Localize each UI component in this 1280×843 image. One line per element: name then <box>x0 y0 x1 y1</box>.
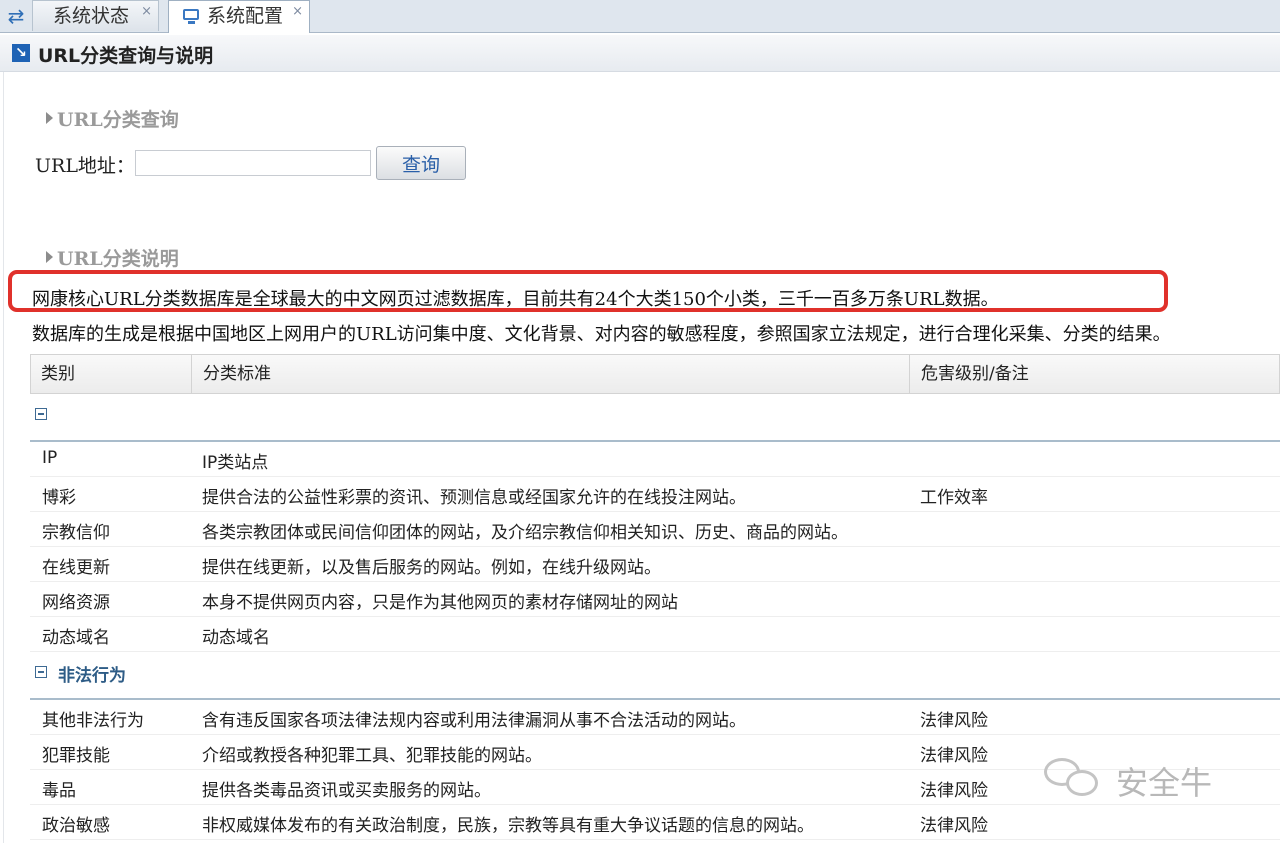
section-title: URL分类说明 <box>57 248 179 270</box>
header-category: 类别 <box>41 364 75 384</box>
query-button[interactable]: 查询 <box>376 146 466 180</box>
group-header[interactable]: 非法行为 <box>30 652 1280 700</box>
section-url-query[interactable]: URL分类查询 <box>46 105 179 132</box>
cell-category: 网络资源 <box>42 593 110 613</box>
url-label: URL地址： <box>35 155 135 177</box>
header-standard: 分类标准 <box>203 364 271 384</box>
close-icon[interactable]: × <box>292 0 303 27</box>
monitor-icon <box>183 9 199 24</box>
highlight-box <box>8 270 1168 312</box>
table-row: 其他非法行为 含有违反国家各项法律法规内容或利用法律漏洞从事不合法活动的网站。 法律… <box>30 700 1280 735</box>
cell-category: 其他非法行为 <box>42 711 144 731</box>
cell-category: 犯罪技能 <box>42 746 110 766</box>
cell-level: 工作效率 <box>920 488 988 508</box>
expand-triangle-icon <box>46 112 53 124</box>
cell-standard: 含有违反国家各项法律法规内容或利用法律漏洞从事不合法活动的网站。 <box>202 711 746 731</box>
cell-standard: IP类站点 <box>202 453 269 473</box>
column-divider <box>909 355 910 393</box>
cell-standard: 提供各类毒品资讯或买卖服务的网站。 <box>202 781 491 801</box>
tab-system-status[interactable]: 系统状态 × <box>32 0 159 31</box>
description-line-2: 数据库的生成是根据中国地区上网用户的URL访问集中度、文化背景、对内容的敏感程度… <box>32 324 1171 345</box>
left-border <box>0 72 4 843</box>
cell-category: 宗教信仰 <box>42 523 110 543</box>
table-row: 在线更新 提供在线更新，以及售后服务的网站。例如，在线升级网站。 <box>30 547 1280 582</box>
table-row: 政治敏感 非权威媒体发布的有关政治制度，民族，宗教等具有重大争议话题的信息的网站。… <box>30 805 1280 840</box>
cell-category: IP <box>42 448 58 468</box>
arrow-down-right-icon: ↘ <box>12 44 30 62</box>
cell-category: 政治敏感 <box>42 816 110 836</box>
table-row: IP IP类站点 <box>30 442 1280 477</box>
cell-category: 动态域名 <box>42 628 110 648</box>
cell-standard: 提供合法的公益性彩票的资讯、预测信息或经国家允许的在线投注网站。 <box>202 488 746 508</box>
cell-category: 博彩 <box>42 488 76 508</box>
group-header[interactable] <box>30 394 1280 442</box>
url-input[interactable] <box>135 150 371 176</box>
tab-bar: ⇄ 系统状态 × 系统配置 × <box>0 0 1280 33</box>
table-row: 网络资源 本身不提供网页内容，只是作为其他网页的素材存储网址的网站 <box>30 582 1280 617</box>
refresh-icon[interactable]: ⇄ <box>3 4 29 28</box>
section-title: URL分类查询 <box>57 109 179 131</box>
expand-triangle-icon <box>46 251 53 263</box>
page-title: URL分类查询与说明 <box>38 45 214 67</box>
section-url-description[interactable]: URL分类说明 <box>46 244 179 271</box>
cell-level: 法律风险 <box>920 781 988 801</box>
table-row: 博彩 提供合法的公益性彩票的资讯、预测信息或经国家允许的在线投注网站。 工作效率 <box>30 477 1280 512</box>
cell-standard: 各类宗教团体或民间信仰团体的网站，及介绍宗教信仰相关知识、历史、商品的网站。 <box>202 523 848 543</box>
category-table: 类别 分类标准 危害级别/备注 IP IP类站点 博彩 提供合法的公益性彩票的资讯、… <box>30 354 1280 840</box>
cell-standard: 动态域名 <box>202 628 270 648</box>
cell-standard: 非权威媒体发布的有关政治制度，民族，宗教等具有重大争议话题的信息的网站。 <box>202 816 814 836</box>
cell-level: 法律风险 <box>920 746 988 766</box>
table-header: 类别 分类标准 危害级别/备注 <box>30 354 1280 394</box>
cell-category: 毒品 <box>42 781 76 801</box>
cell-standard: 提供在线更新，以及售后服务的网站。例如，在线升级网站。 <box>202 558 661 578</box>
tab-system-config[interactable]: 系统配置 × <box>168 0 310 33</box>
table-row: 动态域名 动态域名 <box>30 617 1280 652</box>
tab-label: 系统状态 <box>53 5 130 27</box>
header-level: 危害级别/备注 <box>921 364 1029 384</box>
watermark-text: 安全牛 <box>1116 764 1213 802</box>
cell-standard: 介绍或教授各种犯罪工具、犯罪技能的网站。 <box>202 746 542 766</box>
wechat-icon-bubble <box>1066 770 1098 796</box>
cell-level: 法律风险 <box>920 711 988 731</box>
column-divider <box>191 355 192 393</box>
table-row: 宗教信仰 各类宗教团体或民间信仰团体的网站，及介绍宗教信仰相关知识、历史、商品的网… <box>30 512 1280 547</box>
group-name: 非法行为 <box>58 666 126 686</box>
tab-label: 系统配置 <box>207 5 284 27</box>
collapse-icon[interactable] <box>35 666 47 678</box>
cell-standard: 本身不提供网页内容，只是作为其他网页的素材存储网址的网站 <box>202 593 678 613</box>
collapse-icon[interactable] <box>35 408 47 420</box>
cell-level: 法律风险 <box>920 816 988 836</box>
table-row: 犯罪技能 介绍或教授各种犯罪工具、犯罪技能的网站。 法律风险 <box>30 735 1280 770</box>
page-header: ↘ URL分类查询与说明 <box>0 35 1280 72</box>
cell-category: 在线更新 <box>42 558 110 578</box>
close-icon[interactable]: × <box>141 0 152 27</box>
